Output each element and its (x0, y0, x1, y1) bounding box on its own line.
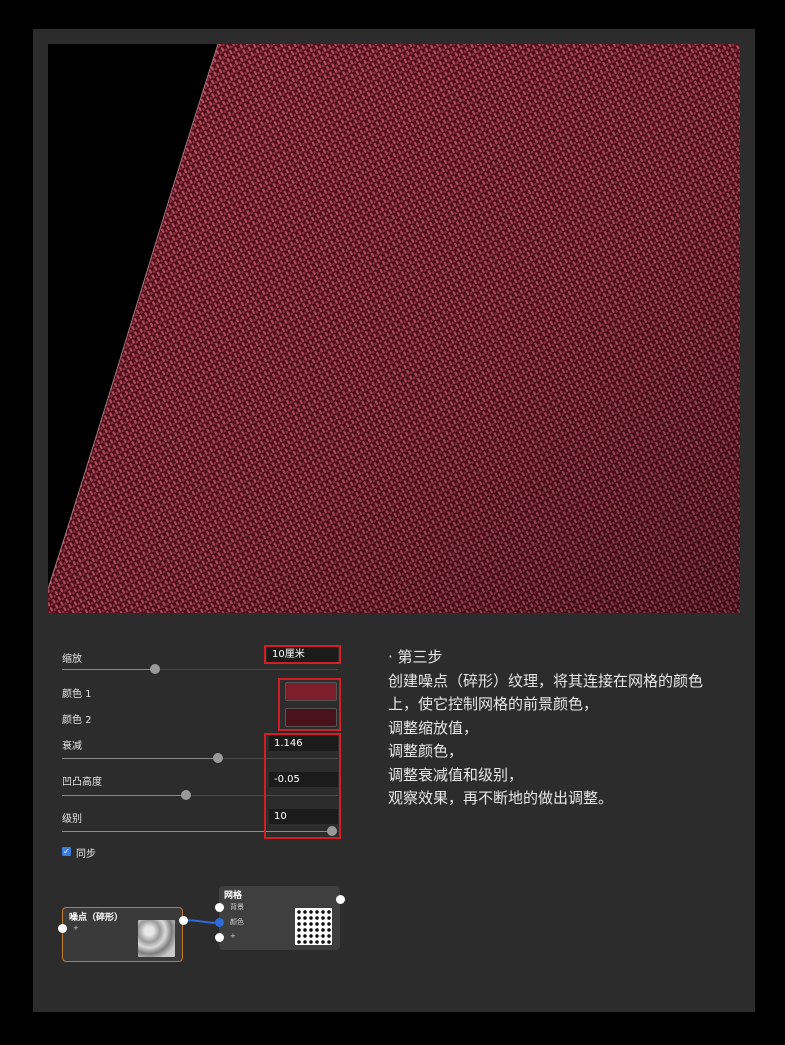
instruction-line: 观察效果，再不断地的做出调整。 (388, 789, 614, 807)
grid-port-background-label: 背景 (230, 903, 244, 911)
grid-port-add-label: + (230, 932, 236, 940)
grid-port-color-label: 颜色 (230, 918, 244, 926)
grid-add-port[interactable] (214, 932, 224, 942)
noise-node-title: 噪点（碎形） (69, 913, 124, 923)
noise-node-port-label: + (73, 924, 79, 932)
instruction-line: 调整颜色， (388, 742, 464, 760)
instruction-line: 调整缩放值， (388, 718, 479, 737)
noise-to-grid-link (182, 919, 220, 924)
noise-preview-thumbnail (138, 920, 175, 957)
noise-input-port[interactable] (57, 923, 67, 933)
instruction-line: 创建噪点（碎形）纹理，将其连接在网格的颜色 (388, 671, 704, 690)
grid-node-title: 网格 (224, 891, 243, 901)
instruction-text: · 第三步 创建噪点（碎形）纹理，将其连接在网格的颜色 上，使它控制网格的前景颜… (388, 646, 748, 811)
instruction-line: · 第三步 (388, 648, 443, 666)
grid-preview-thumbnail (295, 908, 332, 945)
grid-output-port[interactable] (335, 894, 345, 904)
noise-output-port[interactable] (178, 915, 188, 925)
grid-background-port[interactable] (214, 902, 224, 912)
instruction-line: 调整衰减值和级别， (388, 765, 524, 784)
node-graph-links (182, 919, 220, 924)
grid-color-port[interactable] (214, 917, 224, 927)
instruction-line: 上，使它控制网格的前景颜色， (388, 695, 599, 713)
tutorial-panel: 缩放 10厘米 颜色 1 颜色 2 衰减 1.146 凹凸高度 -0.05 级别… (33, 29, 755, 1012)
grid-node[interactable]: 网格 背景 颜色 + (219, 886, 340, 950)
noise-node[interactable]: 噪点（碎形） + (62, 907, 183, 962)
